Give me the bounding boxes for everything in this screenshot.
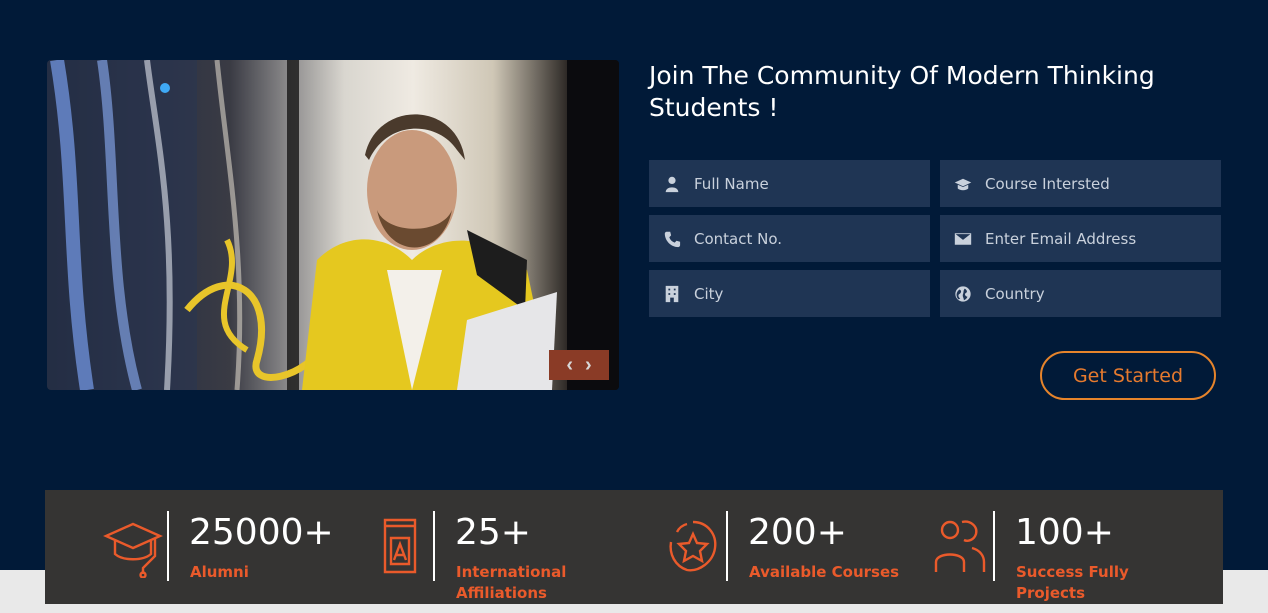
slider-prev-button[interactable]: ‹ [566,355,573,375]
course-interested-field[interactable]: Course Intersted [940,160,1221,207]
users-icon [932,516,986,583]
user-icon [663,175,681,193]
stat-value: 200+ [748,512,847,553]
country-placeholder: Country [985,284,1045,303]
slider-nav: ‹ › [549,350,609,380]
stat-value: 25+ [455,512,531,553]
stat-projects: 100+ Success Fully Projects [925,490,1223,604]
stat-divider [993,511,995,581]
server-room-photo [47,60,619,390]
email-placeholder: Enter Email Address [985,229,1137,248]
graduation-cap-icon [954,175,972,193]
building-icon [663,285,681,303]
stat-courses: 200+ Available Courses [625,490,925,604]
form-title-line2: Students ! [649,93,779,122]
full-name-field[interactable]: Full Name [649,160,930,207]
book-icon [379,516,421,583]
stat-value: 25000+ [189,512,334,553]
stat-divider [433,511,435,581]
hero-image: ‹ › [47,60,619,390]
stat-alumni: 25000+ Alumni [45,490,335,604]
stat-label: Alumni [190,563,249,581]
country-field[interactable]: Country [940,270,1221,317]
form-title: Join The Community Of Modern Thinking St… [649,60,1209,124]
contact-number-placeholder: Contact No. [694,229,783,248]
star-badge-icon [667,516,719,583]
stat-value: 100+ [1015,512,1114,553]
stats-bar: 25000+ Alumni 25+ International Affiliat… [45,490,1223,604]
stat-divider [167,511,169,581]
form-title-line1: Join The Community Of Modern Thinking [649,61,1155,90]
stat-label: International Affiliations [456,563,567,602]
full-name-placeholder: Full Name [694,174,769,193]
phone-icon [663,230,681,248]
graduation-cap-icon [103,516,163,583]
slider-next-button[interactable]: › [585,355,592,375]
contact-number-field[interactable]: Contact No. [649,215,930,262]
course-interested-placeholder: Course Intersted [985,174,1110,193]
stat-label: Available Courses [749,563,900,581]
stat-label: Success Fully Projects [1016,563,1129,602]
globe-icon [954,285,972,303]
city-placeholder: City [694,284,724,303]
envelope-icon [954,230,972,248]
stat-affiliations: 25+ International Affiliations [335,490,625,604]
get-started-button[interactable]: Get Started [1040,351,1216,400]
city-field[interactable]: City [649,270,930,317]
email-field[interactable]: Enter Email Address [940,215,1221,262]
stat-divider [726,511,728,581]
